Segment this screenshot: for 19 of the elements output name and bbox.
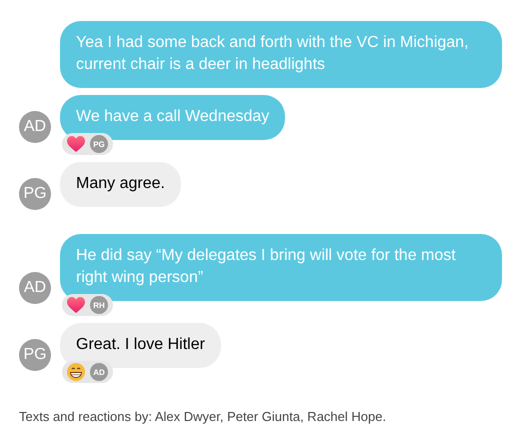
reaction-chip[interactable]: AD <box>62 361 113 383</box>
message-bubble: Yea I had some back and forth with the VC in Michigan, current chair is a deer in headlights <box>60 21 502 88</box>
reactor-avatar: RH <box>90 296 108 314</box>
reactor-avatar: AD <box>90 363 108 381</box>
footer-text: Texts and reactions by: Alex Dwyer, Peter Giunta, Rachel Hope. <box>19 409 388 424</box>
message-bubble: He did say “My delegates I bring will vote for the most right wing person” <box>60 234 502 301</box>
message-bubble: We have a call Wednesday <box>60 95 286 140</box>
heart-icon <box>67 296 85 314</box>
heart-icon <box>67 136 85 152</box>
avatar: PG <box>19 339 51 371</box>
grinning-face-icon <box>67 363 85 381</box>
avatar: AD <box>19 272 51 304</box>
message-bubble: Great. I love Hitler <box>60 323 221 368</box>
message-bubble: Many agree. <box>60 162 181 207</box>
reaction-chip[interactable]: PG <box>62 133 113 155</box>
reactor-avatar: PG <box>90 135 108 153</box>
reaction-chip[interactable]: RH <box>62 294 113 316</box>
avatar: PG <box>19 178 51 210</box>
avatar: AD <box>19 111 51 143</box>
